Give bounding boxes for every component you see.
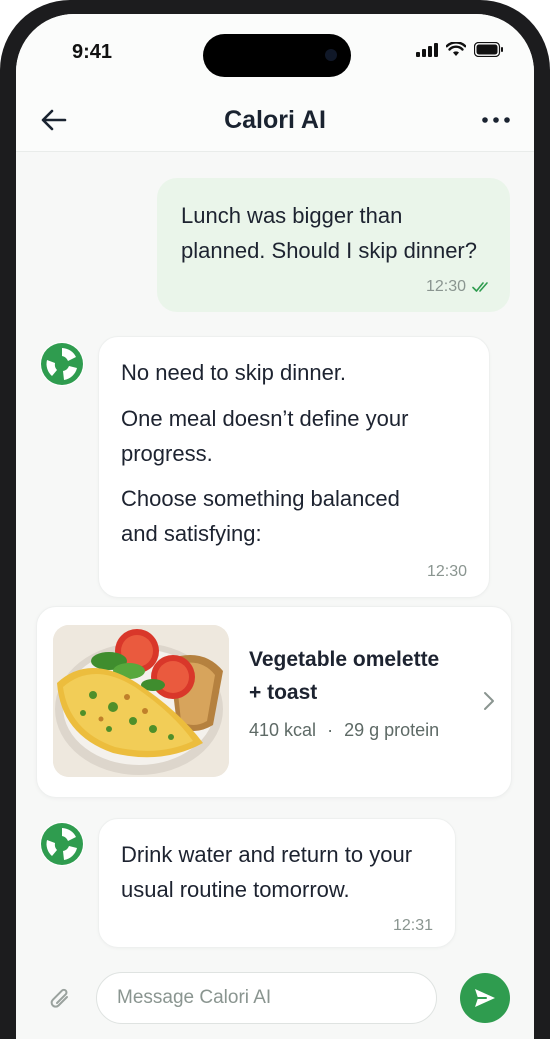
wifi-icon <box>446 42 466 56</box>
meal-separator: · <box>327 720 334 740</box>
send-button[interactable] <box>460 973 510 1023</box>
assistant-message-line: Choose something balanced <box>121 486 400 511</box>
message-meta: 12:30 <box>426 278 492 296</box>
assistant-avatar <box>40 822 84 866</box>
assistant-message-line: No need to skip dinner. <box>121 360 347 385</box>
signal-icon <box>416 42 438 57</box>
dynamic-island <box>203 34 351 77</box>
assistant-avatar <box>40 342 84 386</box>
assistant-message: Drink water and return to your usual rou… <box>98 818 456 948</box>
meal-protein: 29 g protein <box>344 720 440 740</box>
chevron-right-icon <box>484 692 494 710</box>
status-time: 9:41 <box>72 41 113 63</box>
more-options-button[interactable] <box>480 106 512 134</box>
meal-name-line: Vegetable omelette <box>249 648 440 671</box>
read-checks-icon <box>472 282 488 292</box>
meal-image <box>53 625 229 777</box>
user-message-line: planned. Should I skip dinner? <box>181 238 477 263</box>
status-icons <box>416 42 504 57</box>
attach-icon <box>50 988 68 1008</box>
status-bar: 9:41 <box>16 14 534 92</box>
meal-kcal: 410 kcal <box>249 720 317 740</box>
meal-nutrition: 410 kcal · 29 g protein <box>249 720 439 741</box>
message-time: 12:31 <box>392 917 433 934</box>
assistant-message-line: Drink water and return to your <box>121 842 413 867</box>
user-message: Lunch was bigger than planned. Should I … <box>157 178 510 312</box>
battery-icon <box>474 42 503 57</box>
meal-name: Vegetable omelette + toast <box>249 643 469 709</box>
send-icon <box>475 989 495 1007</box>
assistant-message-line: One meal doesn’t define your <box>121 406 409 431</box>
screen: 9:41 Calori AI Lunch was bigger than pla… <box>16 14 534 1039</box>
logo-icon <box>41 343 83 385</box>
chat-header: Calori AI <box>16 92 534 152</box>
meal-card-chevron <box>483 691 495 716</box>
assistant-message-line: usual routine tomorrow. <box>121 877 350 902</box>
message-time: 12:30 <box>426 563 467 580</box>
more-icon <box>482 117 510 123</box>
logo-icon <box>41 823 83 865</box>
page-title: Calori AI <box>224 106 326 134</box>
message-time: 12:30 <box>425 278 466 295</box>
attach-button[interactable] <box>44 982 78 1016</box>
assistant-message: No need to skip dinner. One meal doesn’t… <box>98 336 490 598</box>
user-message-line: Lunch was bigger than <box>181 203 403 228</box>
assistant-message-line: progress. <box>121 441 213 466</box>
message-composer <box>16 964 534 1039</box>
message-input[interactable] <box>96 972 437 1024</box>
meal-name-line: + toast <box>249 681 318 704</box>
assistant-message-line: and satisfying: <box>121 521 262 546</box>
phone-frame: 9:41 Calori AI Lunch was bigger than pla… <box>0 0 550 1039</box>
meal-suggestion-card[interactable]: Vegetable omelette + toast 410 kcal · 29… <box>36 606 512 798</box>
